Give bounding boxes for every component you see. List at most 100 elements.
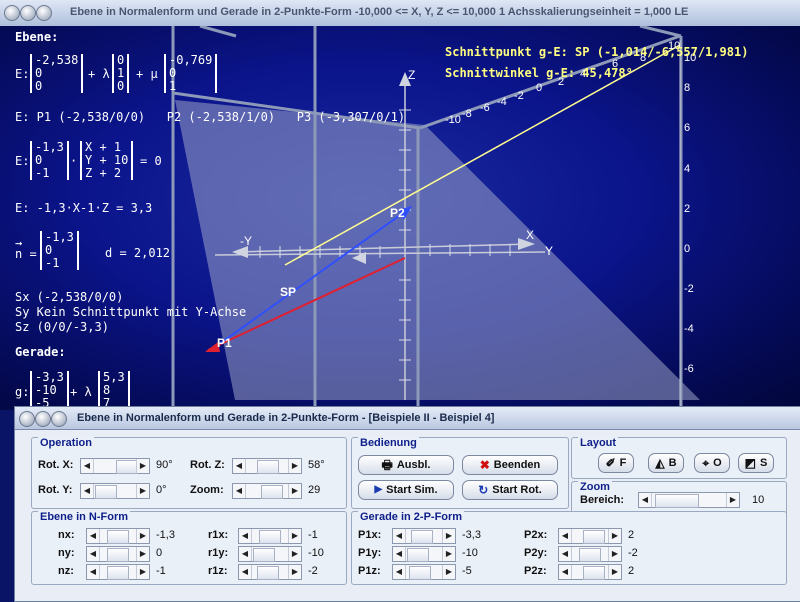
p1z-slider[interactable]: ◀ ▶ bbox=[392, 564, 456, 580]
zoom-value: 29 bbox=[308, 484, 321, 496]
axis-y-label: Y bbox=[545, 244, 554, 258]
schnittwinkel-text: Schnittwinkel g-E: 45,478° bbox=[445, 66, 633, 80]
zoom-slider[interactable]: ◀ ▶ bbox=[232, 483, 302, 499]
gerade-heading: Gerade: bbox=[15, 345, 66, 359]
p1y-label: P1y: bbox=[358, 547, 382, 559]
schnittpunkt-text: Schnittpunkt g-E: SP (-1,014/-6,557/1,98… bbox=[445, 45, 749, 59]
p1x-value: -3,3 bbox=[462, 529, 481, 541]
zoom-label: Zoom: bbox=[190, 484, 224, 496]
tick-right-m4: -4 bbox=[684, 323, 694, 335]
close-x-icon: ✖ bbox=[479, 458, 490, 472]
plane-polygon bbox=[175, 100, 700, 400]
bereich-label: Bereich: bbox=[580, 494, 625, 506]
tick-right-4: 4 bbox=[684, 163, 691, 175]
tick-right-m2: -2 bbox=[684, 283, 694, 295]
3d-scene-canvas[interactable]: 10 8 6 4 2 0 -2 -4 -6 -10 -8 -6 -4 -2 0 … bbox=[0, 26, 800, 410]
p2z-slider[interactable]: ◀ ▶ bbox=[558, 564, 622, 580]
layout-s-button[interactable]: ◩ S bbox=[738, 453, 774, 473]
start-sim-button[interactable]: ▶ Start Sim. bbox=[358, 480, 454, 500]
tick-right-8: 8 bbox=[684, 82, 691, 94]
e-prefix: E: bbox=[15, 67, 30, 81]
p1z-label: P1z: bbox=[358, 565, 381, 577]
ny-slider[interactable]: ◀ ▶ bbox=[86, 546, 150, 562]
g-prefix: g: bbox=[15, 385, 30, 399]
start-sim-label: Start Sim. bbox=[386, 484, 438, 496]
r1z-label: r1z: bbox=[208, 565, 228, 577]
g-lambda: + λ bbox=[70, 385, 92, 399]
r1y-label: r1y: bbox=[208, 547, 229, 559]
r1z-slider[interactable]: ◀ ▶ bbox=[238, 564, 302, 580]
p1x-label: P1x: bbox=[358, 529, 382, 541]
gerade-2pform-label: Gerade in 2-P-Form bbox=[358, 511, 465, 523]
dialog-titlebar[interactable]: Ebene in Normalenform und Gerade in 2-Pu… bbox=[15, 407, 800, 430]
ausbl-button[interactable]: 🖶 Ausbl. bbox=[358, 455, 454, 475]
rot-z-slider[interactable]: ◀ ▶ bbox=[232, 458, 302, 474]
bereich-slider[interactable]: ◀ ▶ bbox=[638, 492, 740, 508]
maximize-icon[interactable] bbox=[36, 5, 52, 21]
p1y-slider[interactable]: ◀ ▶ bbox=[392, 546, 456, 562]
p1z-value: -5 bbox=[462, 565, 472, 577]
ny-value: 0 bbox=[156, 547, 163, 559]
layout-f-button[interactable]: ✐ F bbox=[598, 453, 634, 473]
dialog-menu-icon[interactable] bbox=[19, 411, 35, 427]
gerade-2pform-group: Gerade in 2-P-Form P1x: ◀ ▶ -3,3 P1y: ◀ ▶ … bbox=[351, 511, 787, 585]
crosshair-icon: ⌖ bbox=[702, 456, 710, 470]
p2y-value: -2 bbox=[628, 547, 638, 559]
axis-z-label: Z bbox=[408, 68, 416, 82]
window-titlebar[interactable]: Ebene in Normalenform und Gerade in 2-Pu… bbox=[0, 0, 800, 27]
e-lambda: + λ bbox=[88, 67, 110, 81]
p2z-label: P2z: bbox=[524, 565, 547, 577]
p2z-value: 2 bbox=[628, 565, 635, 577]
dialog-maximize-icon[interactable] bbox=[51, 411, 67, 427]
fill-icon: ◭ bbox=[655, 456, 665, 470]
control-dialog: Ebene in Normalenform und Gerade in 2-Pu… bbox=[14, 406, 800, 602]
nx-label: nx: bbox=[58, 529, 75, 541]
layout-b-button[interactable]: ◭ B bbox=[648, 453, 684, 473]
tick-top-m8: -8 bbox=[462, 108, 472, 120]
nx-slider[interactable]: ◀ ▶ bbox=[86, 528, 150, 544]
point-sp-label: SP bbox=[280, 285, 297, 299]
bereich-value: 10 bbox=[752, 494, 765, 506]
r1x-label: r1x: bbox=[208, 529, 229, 541]
d-text: d = 2,012 bbox=[105, 246, 171, 260]
beenden-button[interactable]: ✖ Beenden bbox=[462, 455, 558, 475]
operation-label: Operation bbox=[38, 437, 94, 449]
rot-y-slider[interactable]: ◀ ▶ bbox=[80, 483, 150, 499]
minimize-icon[interactable] bbox=[20, 5, 36, 21]
layout-o-button[interactable]: ⌖ O bbox=[694, 453, 730, 473]
tick-top-m6: -6 bbox=[480, 102, 490, 114]
dialog-minimize-icon[interactable] bbox=[35, 411, 51, 427]
nz-slider[interactable]: ◀ ▶ bbox=[86, 564, 150, 580]
tick-top-m10: -10 bbox=[445, 114, 461, 126]
rot-x-slider[interactable]: ◀ ▶ bbox=[80, 458, 150, 474]
dialog-title: Ebene in Normalenform und Gerade in 2-Pu… bbox=[77, 412, 495, 424]
beenden-label: Beenden bbox=[493, 459, 541, 471]
tick-right-m6: -6 bbox=[684, 363, 694, 375]
window-menu-icon[interactable] bbox=[4, 5, 20, 21]
brush-icon: ✐ bbox=[605, 456, 616, 470]
r1x-slider[interactable]: ◀ ▶ bbox=[238, 528, 302, 544]
tick-top-m4: -4 bbox=[497, 96, 507, 108]
play-icon: ▶ bbox=[374, 484, 383, 495]
n-matrix: -1,3 0 -1 bbox=[40, 231, 79, 270]
start-rot-label: Start Rot. bbox=[492, 484, 542, 496]
r1y-slider[interactable]: ◀ ▶ bbox=[238, 546, 302, 562]
p2y-slider[interactable]: ◀ ▶ bbox=[558, 546, 622, 562]
p1x-slider[interactable]: ◀ ▶ bbox=[392, 528, 456, 544]
zoom-group-label: Zoom bbox=[578, 481, 612, 493]
ny-label: ny: bbox=[58, 547, 75, 559]
bedienung-label: Bedienung bbox=[358, 437, 419, 449]
rot-x-label: Rot. X: bbox=[38, 459, 74, 471]
layout-label: Layout bbox=[578, 437, 619, 449]
p2y-label: P2y: bbox=[524, 547, 548, 559]
e2-matrix-1: -1,3 0 -1 bbox=[30, 141, 69, 180]
sy-text: Sy Kein Schnittpunkt mit Y-Achse bbox=[15, 305, 247, 319]
tick-right-0: 0 bbox=[684, 243, 691, 255]
eraser-icon: ◩ bbox=[744, 456, 756, 470]
rot-x-value: 90° bbox=[156, 459, 173, 471]
rot-z-value: 58° bbox=[308, 459, 325, 471]
p2x-slider[interactable]: ◀ ▶ bbox=[558, 528, 622, 544]
start-rot-button[interactable]: ↻ Start Rot. bbox=[462, 480, 558, 500]
e2-dot: · bbox=[70, 154, 78, 168]
ausbl-label: Ausbl. bbox=[396, 459, 431, 471]
